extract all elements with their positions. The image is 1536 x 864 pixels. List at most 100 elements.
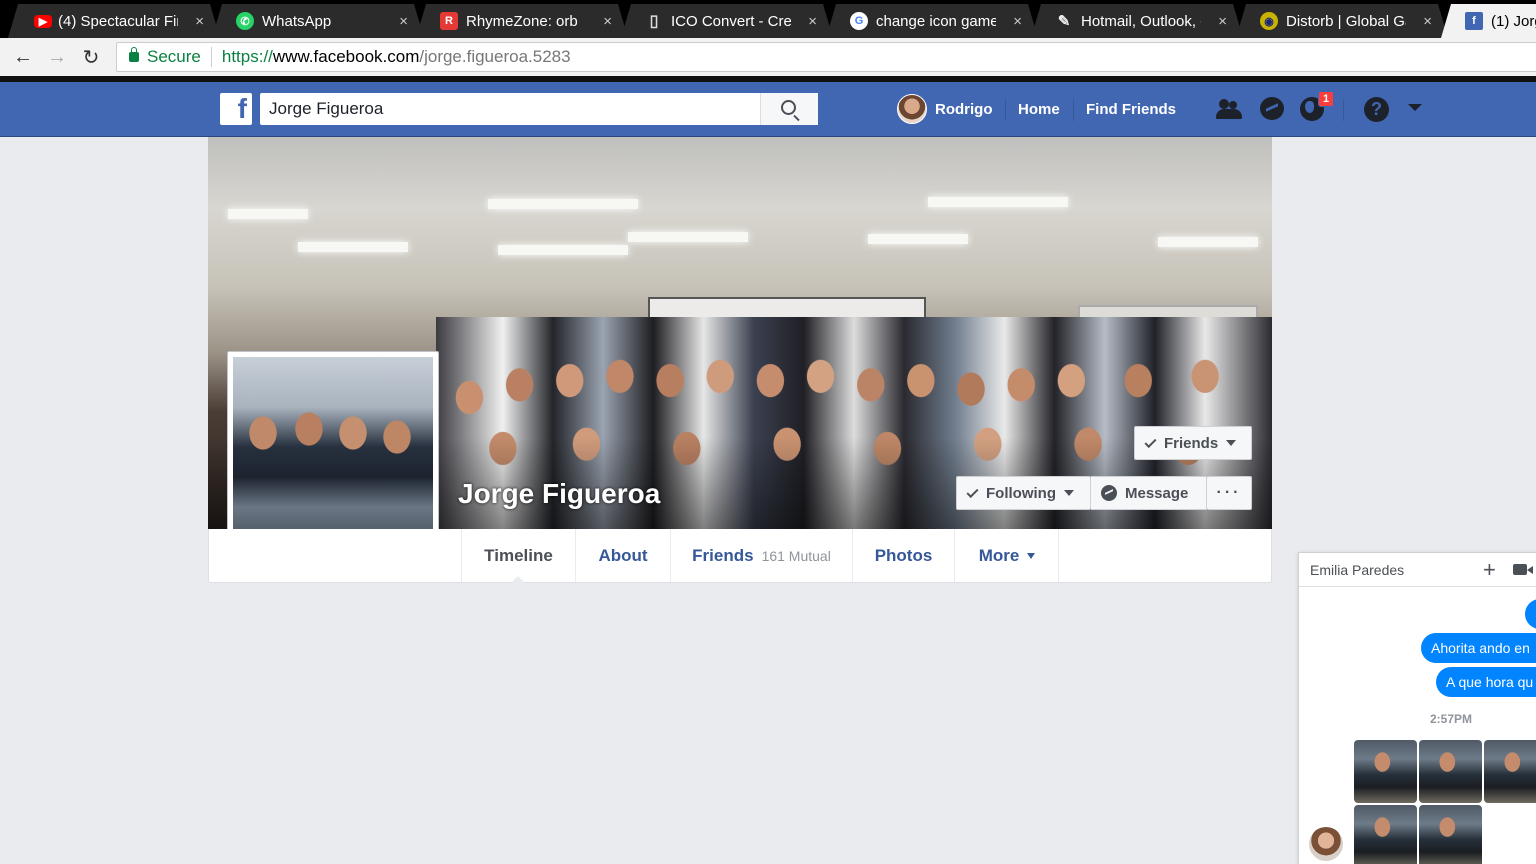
add-person-icon[interactable]: + xyxy=(1483,557,1496,583)
more-options-button[interactable]: ··· xyxy=(1207,476,1252,510)
account-menu-caret-icon[interactable] xyxy=(1408,104,1422,111)
tab-title: RhymeZone: orb xyxy=(466,12,578,30)
active-tab-indicator xyxy=(510,576,526,584)
friend-requests-icon[interactable] xyxy=(1215,97,1243,123)
browser-tab[interactable]: ▯ ICO Convert - Creat × xyxy=(621,4,833,38)
profile-picture-image xyxy=(233,357,433,557)
avatar xyxy=(1309,827,1343,861)
home-link[interactable]: Home xyxy=(1018,94,1060,124)
browser-tab-active[interactable]: f (1) Jorg xyxy=(1441,4,1536,38)
lock-icon xyxy=(129,47,139,62)
browser-tab[interactable]: ◉ Distorb | Global Ga × xyxy=(1236,4,1448,38)
chevron-down-icon xyxy=(1063,490,1074,496)
messenger-icon[interactable] xyxy=(1260,97,1284,120)
tab-title: WhatsApp xyxy=(262,12,332,30)
friends-button-label: Friends xyxy=(1164,434,1219,452)
tab-title: Distorb | Global Ga xyxy=(1286,12,1406,30)
youtube-icon: ▶ xyxy=(34,15,52,28)
tab-friends[interactable]: Friends 161 Mutual xyxy=(670,529,852,582)
message-button-label: Message xyxy=(1125,484,1189,502)
browser-tab[interactable]: ▶ (4) Spectacular Fina × xyxy=(8,4,220,38)
following-button-label: Following xyxy=(986,484,1056,502)
ceiling-light xyxy=(498,245,628,255)
browser-tab[interactable]: R RhymeZone: orb × xyxy=(416,4,628,38)
tab-title: change icon gamen xyxy=(876,12,996,30)
browser-tab[interactable]: G change icon gamen × xyxy=(826,4,1038,38)
divider xyxy=(1058,529,1059,582)
mutual-friends-count: 161 Mutual xyxy=(761,547,831,564)
search-input[interactable] xyxy=(260,93,760,125)
chat-photo-thumbnail[interactable] xyxy=(1354,805,1417,864)
chat-contact-name: Emilia Paredes xyxy=(1310,561,1405,578)
close-icon[interactable]: × xyxy=(195,13,204,30)
chat-photo-thumbnail[interactable] xyxy=(1419,805,1482,864)
tab-title: ICO Convert - Creat xyxy=(671,12,791,30)
messenger-icon xyxy=(1101,485,1117,501)
close-icon[interactable]: × xyxy=(603,13,612,30)
chat-bubble xyxy=(1525,599,1536,629)
tab-timeline[interactable]: Timeline xyxy=(461,529,575,582)
browser-tab[interactable]: ✎ Hotmail, Outlook, d × xyxy=(1031,4,1243,38)
back-arrow-icon[interactable]: ← xyxy=(6,40,40,74)
friends-button[interactable]: Friends xyxy=(1134,426,1252,460)
following-button[interactable]: Following xyxy=(956,476,1091,510)
chat-bubble: A que hora qu xyxy=(1436,667,1536,697)
url-path: /jorge.figueroa.5283 xyxy=(419,47,571,66)
close-icon[interactable]: × xyxy=(808,13,817,30)
ceiling-light xyxy=(228,209,308,219)
reload-icon[interactable]: ↻ xyxy=(74,40,108,74)
tab-about[interactable]: About xyxy=(575,529,670,582)
google-icon: G xyxy=(850,12,868,30)
url-scheme: https:// xyxy=(221,47,273,66)
check-icon xyxy=(1144,435,1157,448)
chevron-down-icon xyxy=(1226,440,1237,446)
check-icon xyxy=(966,485,979,498)
close-icon[interactable]: × xyxy=(1013,13,1022,30)
tab-title: (4) Spectacular Fina xyxy=(58,12,177,30)
profile-link[interactable]: Rodrigo xyxy=(897,94,993,124)
tab-title: (1) Jorg xyxy=(1491,12,1535,30)
address-bar[interactable]: Secure https://www.facebook.com/jorge.fi… xyxy=(116,42,1536,72)
ceiling-light xyxy=(298,242,408,252)
help-icon[interactable]: ? xyxy=(1364,97,1389,122)
chat-photo-thumbnail[interactable] xyxy=(1484,740,1536,803)
chat-header[interactable]: Emilia Paredes + xyxy=(1299,553,1536,587)
facebook-header: f Rodrigo Home Find Friends ? xyxy=(0,82,1536,137)
search-box xyxy=(260,93,818,125)
tab-title: Hotmail, Outlook, d xyxy=(1081,12,1201,30)
tab-more-label: More xyxy=(978,545,1020,565)
ceiling-light xyxy=(1158,237,1258,247)
close-icon[interactable]: × xyxy=(1218,13,1227,30)
search-button[interactable] xyxy=(760,93,818,125)
find-friends-link[interactable]: Find Friends xyxy=(1086,94,1176,124)
user-name: Rodrigo xyxy=(935,100,993,118)
chat-bubble: Ahorita ando en xyxy=(1421,633,1536,663)
browser-tab[interactable]: ✆ WhatsApp × xyxy=(212,4,424,38)
secure-label: Secure xyxy=(147,47,201,66)
forward-arrow-icon[interactable]: → xyxy=(40,40,74,74)
video-call-icon[interactable] xyxy=(1513,564,1533,575)
ceiling-light xyxy=(868,234,968,244)
message-button[interactable]: Message xyxy=(1091,476,1207,510)
notification-badge: 1 xyxy=(1318,91,1334,107)
search-icon xyxy=(780,100,796,115)
close-icon[interactable]: × xyxy=(1423,13,1432,30)
divider xyxy=(210,47,212,67)
hotmail-icon: ✎ xyxy=(1057,13,1071,30)
divider xyxy=(1073,99,1074,121)
chat-photo-thumbnail[interactable] xyxy=(1419,740,1482,803)
divider xyxy=(1005,99,1006,121)
tab-photos[interactable]: Photos xyxy=(852,529,954,582)
close-icon[interactable]: × xyxy=(399,13,408,30)
browser-toolbar: ← → ↻ Secure https://www.facebook.com/jo… xyxy=(0,38,1536,76)
divider xyxy=(1343,99,1344,121)
chat-window: Emilia Paredes + Ahorita ando en A que h… xyxy=(1298,552,1536,864)
profile-name[interactable]: Jorge Figueroa xyxy=(458,478,660,510)
ellipsis-icon: ··· xyxy=(1216,484,1242,501)
facebook-logo-icon[interactable]: f xyxy=(220,93,252,125)
ceiling-light xyxy=(928,197,1068,207)
browser-tab-bar: ▶ (4) Spectacular Fina × ✆ WhatsApp × R … xyxy=(0,0,1536,38)
tab-more[interactable]: More xyxy=(954,529,1059,582)
chat-timestamp: 2:57PM xyxy=(1430,712,1473,726)
chat-photo-thumbnail[interactable] xyxy=(1354,740,1417,803)
